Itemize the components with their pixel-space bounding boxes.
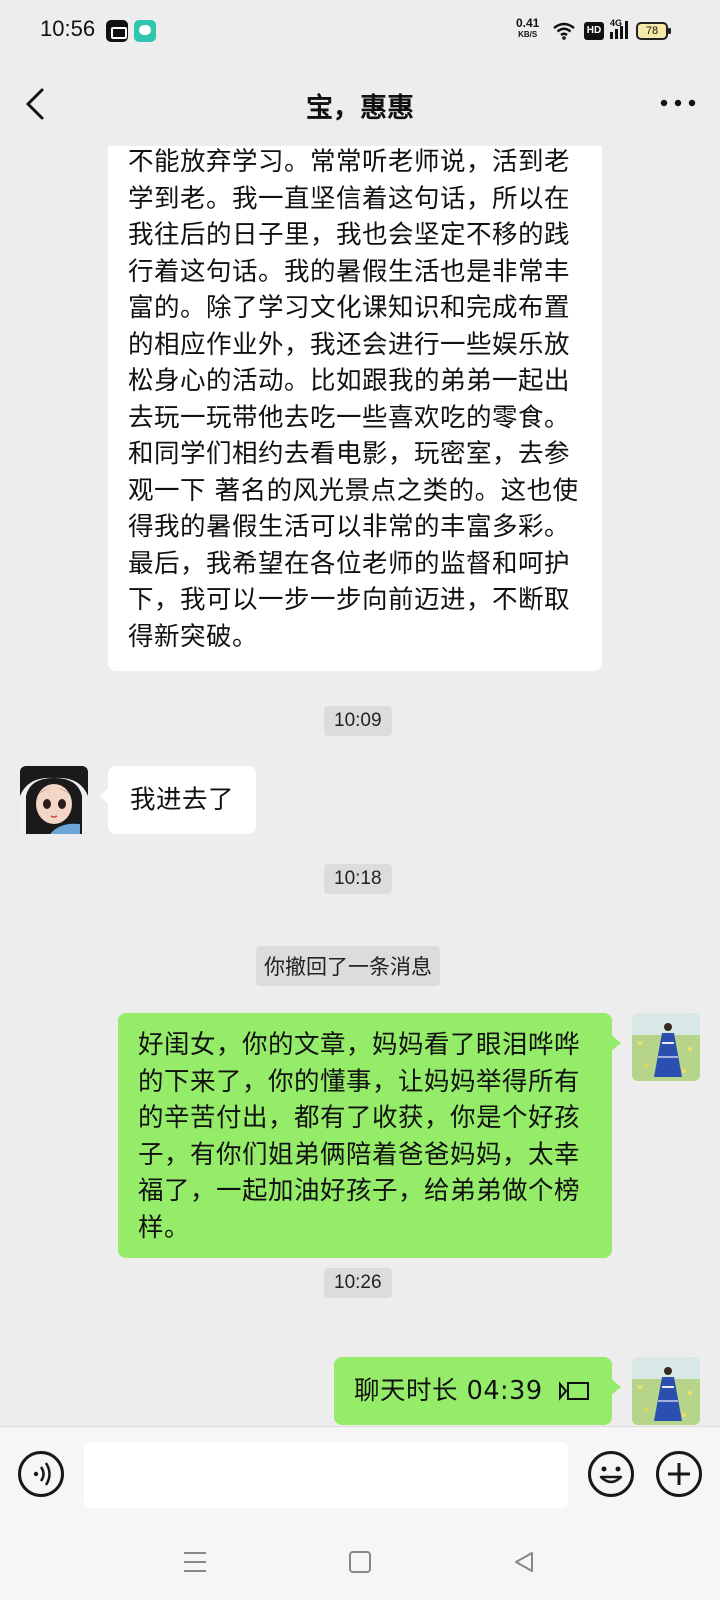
recall-notice: 你撤回了一条消息 (256, 946, 440, 986)
timestamp-text: 10:26 (334, 1272, 382, 1293)
outgoing-video-call-record[interactable]: 聊天时长 04:39 (334, 1357, 621, 1425)
my-avatar[interactable] (632, 1013, 700, 1081)
my-avatar[interactable] (632, 1357, 700, 1425)
video-call-icon (559, 1381, 589, 1401)
voice-icon (33, 1462, 51, 1486)
status-bar: 10:56 0.41 KB/S HD 4G 78 (0, 0, 720, 62)
more-functions-button[interactable] (656, 1451, 702, 1497)
timestamp-text: 10:18 (334, 868, 382, 889)
mom-message-text: 好闺女，你的文章，妈妈看了眼泪哗哗的下来了，你的懂事，让妈妈举得所有的辛苦付出，… (138, 1030, 581, 1243)
chat-header: 宝，惠惠 (0, 62, 720, 146)
network-speed: 0.41 KB/S (516, 16, 540, 40)
recall-notice-text: 你撤回了一条消息 (264, 955, 432, 979)
home-icon[interactable] (348, 1550, 372, 1574)
contact-avatar[interactable] (20, 766, 88, 834)
status-time: 10:56 (40, 16, 96, 41)
timestamp-1009: 10:09 (324, 706, 392, 736)
plus-icon (668, 1463, 690, 1485)
signal-icon: 4G (610, 18, 632, 40)
capcut-app-icon (106, 20, 128, 42)
emoji-icon (599, 1466, 623, 1484)
outgoing-message-mom[interactable]: 好闺女，你的文章，妈妈看了眼泪哗哗的下来了，你的懂事，让妈妈举得所有的辛苦付出，… (118, 1013, 621, 1258)
hd-label: HD (586, 25, 602, 36)
back-nav-icon[interactable] (512, 1550, 536, 1574)
voice-input-button[interactable] (18, 1451, 64, 1497)
emoji-button[interactable] (588, 1451, 634, 1497)
message-input-bar (0, 1426, 720, 1524)
hd-icon: HD (584, 22, 604, 40)
message-text-input[interactable] (84, 1442, 568, 1508)
battery-icon: 78 (636, 22, 671, 40)
network-speed-unit: KB/S (518, 30, 538, 39)
chat-app-icon (134, 20, 156, 42)
wifi-icon (553, 22, 575, 40)
incoming-message-reply[interactable]: 我进去了 (98, 766, 257, 834)
long-message-text: 不能放弃学习。常常听老师说，活到老学到老。我一直坚信着这句话，所以在我往后的日子… (128, 147, 579, 652)
chat-message-list[interactable]: 不能放弃学习。常常听老师说，活到老学到老。我一直坚信着这句话，所以在我往后的日子… (0, 146, 720, 1426)
reply-message-text: 我进去了 (130, 785, 235, 815)
more-options-icon[interactable] (658, 88, 698, 118)
battery-level: 78 (645, 25, 659, 37)
incoming-long-message[interactable]: 不能放弃学习。常常听老师说，活到老学到老。我一直坚信着这句话，所以在我往后的日子… (108, 146, 602, 671)
timestamp-1018: 10:18 (324, 864, 392, 894)
network-speed-value: 0.41 (516, 16, 540, 30)
menu-icon[interactable] (182, 1550, 208, 1574)
timestamp-1026: 10:26 (324, 1268, 392, 1298)
timestamp-text: 10:09 (334, 710, 382, 731)
system-navigation-bar (0, 1524, 720, 1600)
chat-title: 宝，惠惠 (306, 93, 414, 124)
call-duration-text: 聊天时长 04:39 (354, 1376, 543, 1406)
